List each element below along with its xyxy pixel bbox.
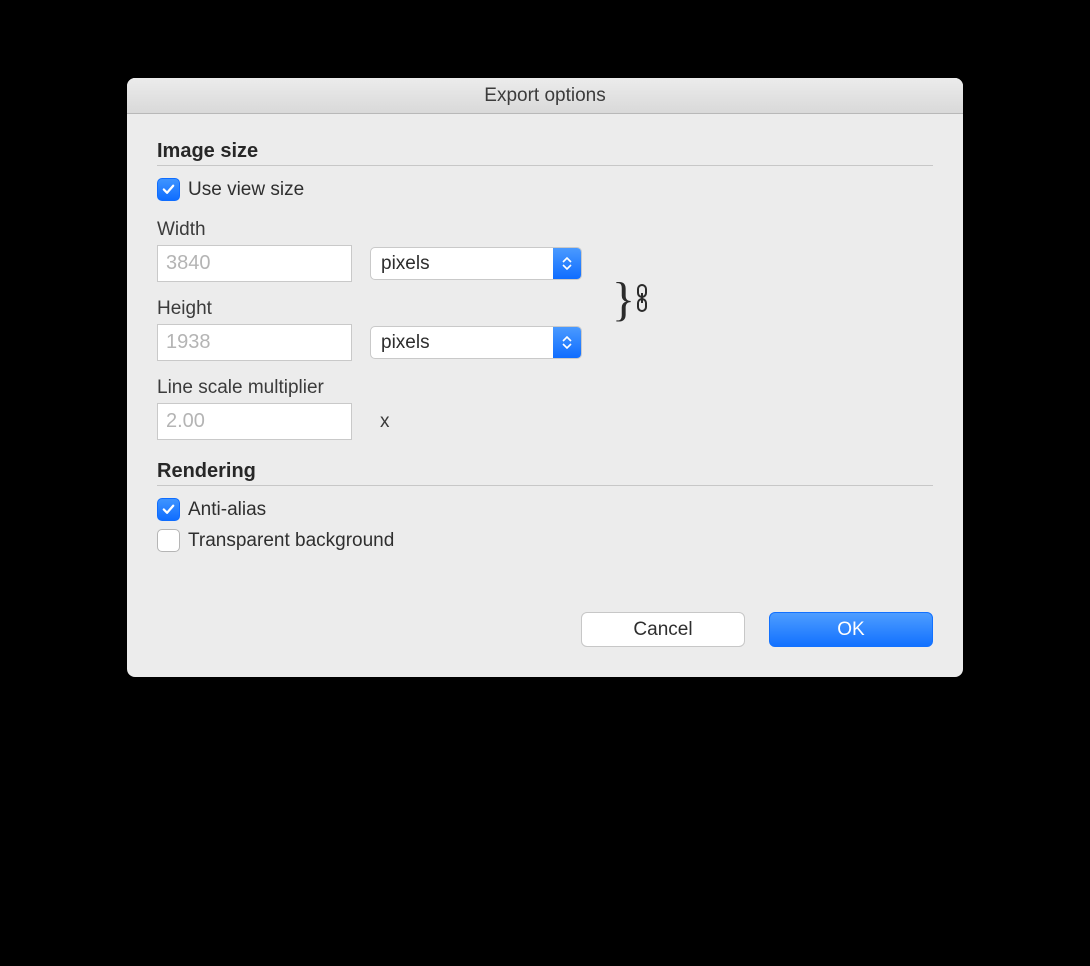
height-unit-select[interactable]: pixels — [370, 326, 582, 359]
anti-alias-checkbox[interactable] — [157, 498, 180, 521]
width-unit-select[interactable]: pixels — [370, 247, 582, 280]
height-label: Height — [157, 298, 582, 320]
use-view-size-checkbox[interactable] — [157, 178, 180, 201]
width-label: Width — [157, 219, 582, 241]
ok-button-label: OK — [837, 619, 864, 641]
use-view-size-label: Use view size — [188, 179, 304, 201]
chain-link-icon — [635, 283, 649, 318]
width-unit-text: pixels — [371, 253, 553, 275]
dimensions-block: Width pixels Height pixels — [157, 209, 933, 367]
rendering-heading: Rendering — [157, 460, 933, 486]
brace-icon: } — [612, 288, 635, 312]
image-size-heading: Image size — [157, 140, 933, 166]
anti-alias-row: Anti-alias — [157, 498, 933, 521]
dialog-titlebar: Export options — [127, 78, 963, 114]
transparent-bg-checkbox[interactable] — [157, 529, 180, 552]
ok-button[interactable]: OK — [769, 612, 933, 647]
height-input[interactable] — [157, 324, 352, 361]
dialog-title: Export options — [484, 85, 605, 107]
line-scale-suffix: x — [380, 411, 390, 433]
height-unit-text: pixels — [371, 332, 553, 354]
export-options-dialog: Export options Image size Use view size … — [127, 78, 963, 677]
dialog-content: Image size Use view size Width pixels — [127, 114, 963, 677]
dialog-buttons: Cancel OK — [157, 612, 933, 647]
anti-alias-label: Anti-alias — [188, 499, 266, 521]
checkmark-icon — [161, 182, 176, 197]
cancel-button-label: Cancel — [633, 619, 692, 641]
use-view-size-row: Use view size — [157, 178, 933, 201]
transparent-bg-label: Transparent background — [188, 530, 394, 552]
cancel-button[interactable]: Cancel — [581, 612, 745, 647]
updown-arrows-icon — [553, 248, 581, 279]
aspect-link[interactable]: } — [612, 256, 649, 344]
checkmark-icon — [161, 502, 176, 517]
updown-arrows-icon — [553, 327, 581, 358]
line-scale-input[interactable] — [157, 403, 352, 440]
transparent-bg-row: Transparent background — [157, 529, 933, 552]
width-input[interactable] — [157, 245, 352, 282]
line-scale-label: Line scale multiplier — [157, 377, 933, 399]
